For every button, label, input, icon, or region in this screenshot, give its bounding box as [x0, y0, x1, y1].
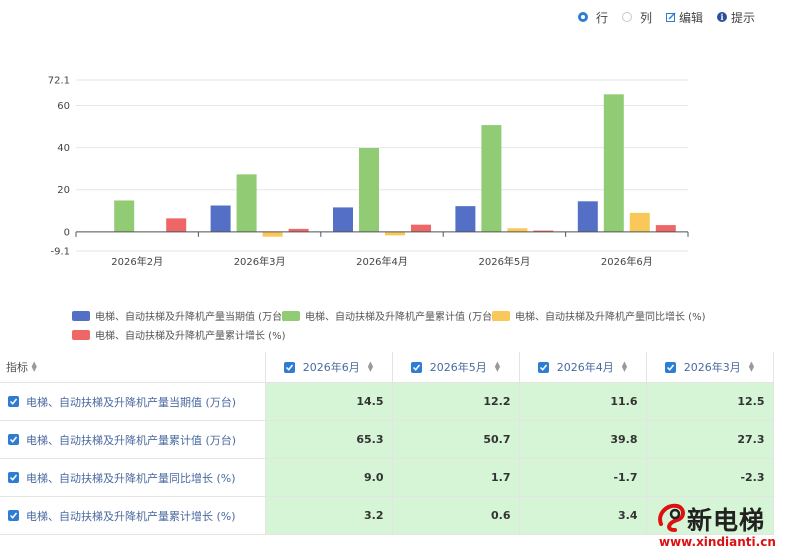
- bar: [166, 218, 187, 232]
- bar-chart: 72.1 60 40 20 0 -9.1 2026年2月 2026年3月 2026年4月 2026…: [48, 76, 689, 268]
- value-cell: 1.7: [392, 458, 520, 497]
- indicator-name: 电梯、自动扶梯及升降机产量同比增长 (%): [26, 471, 236, 485]
- month-header-label: 2026年6月: [302, 361, 360, 374]
- indicator-cell[interactable]: 电梯、自动扶梯及升降机产量同比增长 (%): [0, 458, 266, 497]
- watermark-url-prefix: www.: [659, 535, 697, 549]
- value-cell: -1.7: [519, 458, 647, 497]
- y-tick-label: 0: [64, 227, 70, 238]
- checkbox-icon[interactable]: [8, 434, 19, 445]
- month-header[interactable]: 2026年6月 ▲ ▼: [265, 352, 393, 383]
- sort-icon[interactable]: ▲ ▼: [622, 361, 627, 373]
- bar: [577, 201, 598, 232]
- legend-label: 电梯、自动扶梯及升降机产量累计增长 (%): [95, 331, 286, 342]
- bar: [507, 228, 528, 232]
- x-tick-label: 2026年5月: [478, 255, 530, 268]
- month-header-label: 2026年3月: [683, 361, 741, 374]
- bar: [262, 231, 283, 237]
- legend-item-cumulative[interactable]: 电梯、自动扶梯及升降机产量累计值 (万台): [282, 308, 496, 323]
- value-cell: 11.6: [519, 382, 647, 421]
- sort-icon[interactable]: ▲ ▼: [32, 361, 37, 373]
- x-tick-label: 2026年3月: [234, 255, 286, 268]
- site-watermark: 新电梯 www.xindianti.cn: [655, 498, 800, 559]
- month-header[interactable]: 2026年3月 ▲ ▼: [646, 352, 774, 383]
- checkbox-icon[interactable]: [283, 361, 295, 373]
- value-cell: 3.2: [265, 496, 393, 535]
- indicator-name: 电梯、自动扶梯及升降机产量累计增长 (%): [26, 509, 236, 523]
- value-cell: 50.7: [392, 420, 520, 459]
- value-cell: -2.3: [646, 458, 774, 497]
- indicator-cell[interactable]: 电梯、自动扶梯及升降机产量累计增长 (%): [0, 496, 266, 535]
- bar: [236, 174, 257, 232]
- indicator-header[interactable]: 指标 ▲ ▼: [0, 352, 266, 383]
- logo-mark-icon: [658, 503, 685, 532]
- bar: [359, 148, 379, 232]
- watermark-url-brand: xindianti: [696, 535, 756, 549]
- value-cell: 65.3: [265, 420, 393, 459]
- x-tick-label: 2026年4月: [356, 255, 408, 268]
- legend-item-current[interactable]: 电梯、自动扶梯及升降机产量当期值 (万台): [72, 308, 286, 323]
- bar: [481, 125, 502, 232]
- month-header[interactable]: 2026年5月 ▲ ▼: [392, 352, 520, 383]
- watermark-url: www.xindianti.cn: [659, 535, 776, 549]
- bar: [455, 206, 476, 232]
- table-row: 电梯、自动扶梯及升降机产量同比增长 (%) 9.0 1.7 -1.7 -2.3: [0, 458, 774, 497]
- watermark-url-suffix: .cn: [755, 535, 776, 549]
- indicator-header-label: 指标: [6, 361, 28, 374]
- checkbox-icon[interactable]: [537, 361, 549, 373]
- y-tick-label: 20: [57, 185, 70, 196]
- value-cell: 39.8: [519, 420, 647, 459]
- sort-icon[interactable]: ▲ ▼: [495, 361, 500, 373]
- y-tick-label: -9.1: [50, 247, 70, 258]
- checkbox-icon[interactable]: [8, 396, 19, 407]
- y-tick-label: 60: [57, 101, 70, 112]
- checkbox-icon[interactable]: [664, 361, 676, 373]
- month-header-label: 2026年5月: [429, 361, 487, 374]
- sort-icon[interactable]: ▲ ▼: [749, 361, 754, 373]
- legend-label: 电梯、自动扶梯及升降机产量累计值 (万台): [305, 312, 496, 323]
- watermark-name: 新电梯: [687, 506, 766, 535]
- indicator-name: 电梯、自动扶梯及升降机产量当期值 (万台): [26, 395, 237, 409]
- value-cell: 9.0: [265, 458, 393, 497]
- month-header[interactable]: 2026年4月 ▲ ▼: [519, 352, 647, 383]
- legend-swatch: [72, 329, 90, 340]
- month-header-label: 2026年4月: [556, 361, 614, 374]
- value-cell: 12.5: [646, 382, 774, 421]
- chart-bars: [114, 94, 676, 237]
- checkbox-icon[interactable]: [410, 361, 422, 373]
- value-cell: 0.6: [392, 496, 520, 535]
- y-tick-label: 40: [57, 143, 70, 154]
- table-header-row: 指标 ▲ ▼ 2026年6月 ▲ ▼ 2026年5月 ▲ ▼ 2026年4月 ▲ ▼ 2…: [0, 352, 774, 383]
- legend-swatch: [72, 310, 90, 321]
- bar: [333, 207, 353, 232]
- legend-label: 电梯、自动扶梯及升降机产量当期值 (万台): [95, 312, 286, 323]
- value-cell: 3.4: [519, 496, 647, 535]
- legend-swatch: [492, 310, 510, 321]
- table-row: 电梯、自动扶梯及升降机产量累计值 (万台) 65.3 50.7 39.8 27.…: [0, 420, 774, 459]
- checkbox-icon[interactable]: [8, 472, 19, 483]
- bar: [385, 231, 405, 236]
- bar: [603, 94, 624, 232]
- legend-item-yoy[interactable]: 电梯、自动扶梯及升降机产量同比增长 (%): [492, 308, 705, 323]
- value-cell: 27.3: [646, 420, 774, 459]
- value-cell: 12.2: [392, 382, 520, 421]
- indicator-cell[interactable]: 电梯、自动扶梯及升降机产量累计值 (万台): [0, 420, 266, 459]
- value-cell: 14.5: [265, 382, 393, 421]
- indicator-name: 电梯、自动扶梯及升降机产量累计值 (万台): [26, 433, 237, 447]
- x-tick-label: 2026年2月: [111, 255, 163, 268]
- legend-swatch: [282, 310, 300, 321]
- legend-label: 电梯、自动扶梯及升降机产量同比增长 (%): [515, 312, 706, 323]
- bar: [411, 224, 431, 232]
- table-row: 电梯、自动扶梯及升降机产量当期值 (万台) 14.5 12.2 11.6 12.…: [0, 382, 774, 421]
- x-tick-label: 2026年6月: [601, 255, 653, 268]
- y-tick-label: 72.1: [48, 76, 70, 87]
- legend-item-cumulative-growth[interactable]: 电梯、自动扶梯及升降机产量累计增长 (%): [72, 327, 285, 342]
- bar: [655, 225, 676, 232]
- bar: [210, 205, 231, 232]
- sort-icon[interactable]: ▲ ▼: [368, 361, 373, 373]
- bar: [114, 200, 135, 232]
- indicator-cell[interactable]: 电梯、自动扶梯及升降机产量当期值 (万台): [0, 382, 266, 421]
- checkbox-icon[interactable]: [8, 510, 19, 521]
- bar: [629, 212, 650, 232]
